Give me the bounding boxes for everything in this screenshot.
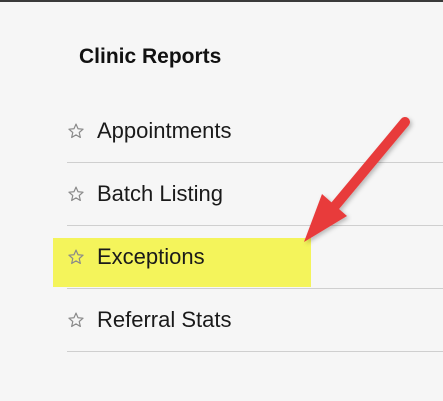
star-outline-icon[interactable] [67,122,85,140]
report-label: Batch Listing [97,181,223,206]
report-label: Exceptions [97,244,205,269]
report-label: Referral Stats [97,307,232,332]
report-item-referral-stats[interactable]: Referral Stats [67,289,443,352]
star-outline-icon[interactable] [67,185,85,203]
clinic-reports-panel: Clinic Reports Appointments Batch Listin… [0,0,443,401]
star-outline-icon[interactable] [67,311,85,329]
reports-list: Appointments Batch Listing Exceptions Re… [67,100,443,352]
report-item-exceptions[interactable]: Exceptions [67,226,443,289]
top-divider [0,0,443,2]
star-outline-icon[interactable] [67,248,85,266]
report-item-appointments[interactable]: Appointments [67,100,443,163]
report-item-batch-listing[interactable]: Batch Listing [67,163,443,226]
report-label: Appointments [97,118,232,143]
section-title: Clinic Reports [79,45,222,68]
